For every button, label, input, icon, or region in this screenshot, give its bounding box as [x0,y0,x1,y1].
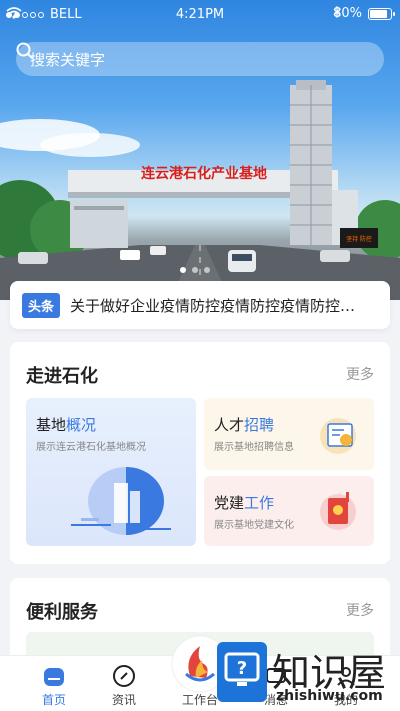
carousel-indicator [180,267,210,273]
tab-label: 首页 [41,693,66,707]
tile-desc: 展示连云港石化基地概况 [36,442,146,453]
home-icon [44,668,64,686]
svg-text:坚持 防控: 坚持 防控 [346,235,372,243]
tab-news[interactable]: 资讯 [84,656,164,711]
headline-news[interactable]: 头条 关于做好企业疫情防控疫情防控疫情防控… [10,281,390,329]
svg-text:连云港石化产业基地: 连云港石化产业基地 [141,165,267,181]
tile-title: 基地概况 [36,416,97,434]
search-bar[interactable]: 搜索关键字 [16,42,384,76]
building-icon [71,467,171,535]
headline-tag: 头条 [22,292,61,318]
tab-label: 资讯 [111,693,136,707]
bluetooth-icon [333,6,342,18]
compass-icon [113,665,135,687]
watermark-logo: ? 知识屋 zhishiwu.com [212,636,400,711]
section-title: 走进石化 [26,366,98,387]
watermark-url: zhishiwu.com [276,688,383,704]
section-about: 走进石化 更多 基地概况 展示连云港石化基地概况 人才招聘 展示基地招聘信息 党… [10,342,390,564]
banner-carousel[interactable]: 连云港石化产业基地 坚持 防控 BELL 4:21PM 80% 搜索关键字 [0,0,400,300]
watermark-icon: ? [217,642,267,702]
tile-desc: 展示基地党建文化 [214,520,294,531]
svg-text:?: ? [237,658,247,679]
search-placeholder: 搜索关键字 [30,50,106,69]
party-flag-icon [320,492,356,530]
section-title: 便利服务 [26,602,98,623]
tile-recruitment[interactable]: 人才招聘 展示基地招聘信息 [204,398,374,470]
tile-party-building[interactable]: 党建工作 展示基地党建文化 [204,476,374,546]
more-link[interactable]: 更多 [346,600,374,620]
resume-icon [320,418,356,454]
tile-title: 党建工作 [214,494,275,512]
tile-base-overview[interactable]: 基地概况 展示连云港石化基地概况 [26,398,196,546]
tile-title: 人才招聘 [214,416,275,434]
headline-text: 关于做好企业疫情防控疫情防控疫情防控… [70,296,356,315]
status-bar: BELL 4:21PM 80% [0,0,400,28]
tab-home[interactable]: 首页 [14,656,94,711]
more-link[interactable]: 更多 [346,364,374,384]
tile-desc: 展示基地招聘信息 [214,442,294,453]
search-icon [16,42,34,60]
battery-icon [368,7,395,20]
